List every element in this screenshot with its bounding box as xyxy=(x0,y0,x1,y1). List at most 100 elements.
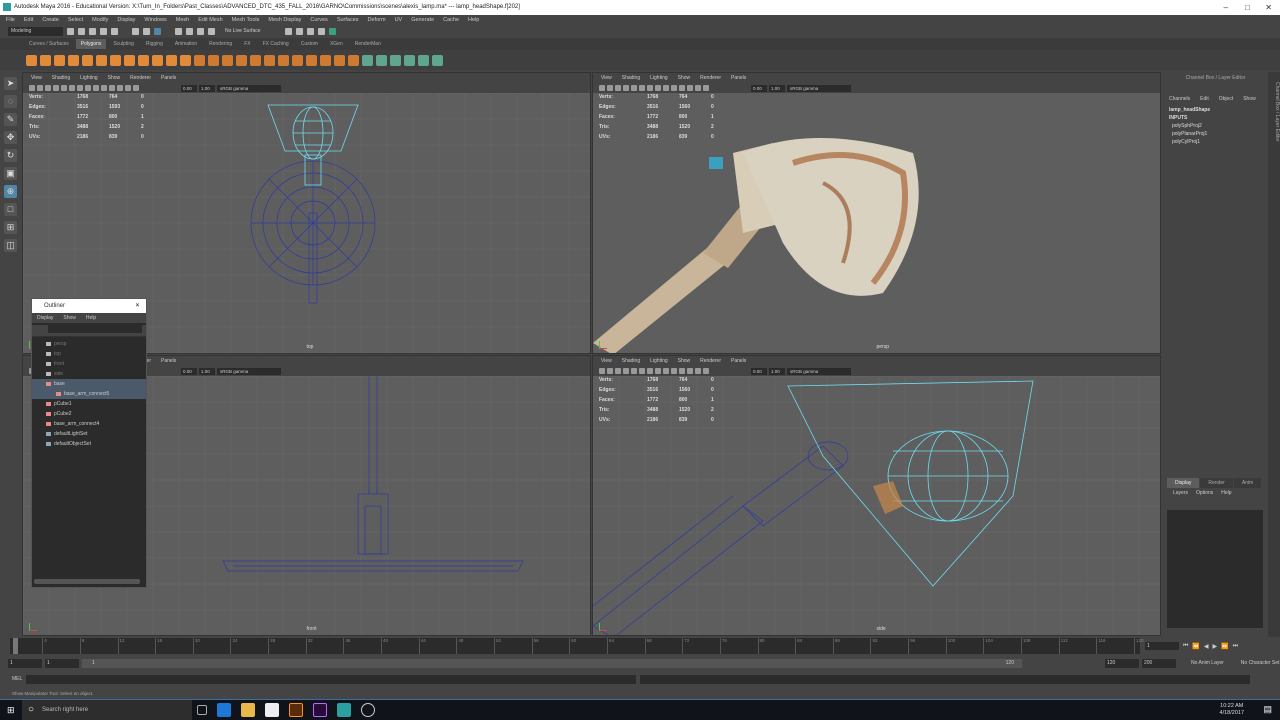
menu-surfaces[interactable]: Surfaces xyxy=(337,15,359,25)
resolution-gate-icon[interactable] xyxy=(687,368,693,374)
viewport-menu-shading[interactable]: Shading xyxy=(52,73,70,83)
shelf-tab-rendering[interactable]: Rendering xyxy=(204,39,237,49)
go-to-end-icon[interactable]: ⏭ xyxy=(1233,643,1238,650)
isolate-icon[interactable] xyxy=(101,85,107,91)
prism-shelf-icon[interactable] xyxy=(152,54,163,66)
file-explorer-icon[interactable] xyxy=(241,703,255,717)
viewport-menu-renderer[interactable]: Renderer xyxy=(700,356,721,366)
exposure-field[interactable]: 0.00 xyxy=(181,367,197,375)
outliner-item[interactable]: side xyxy=(32,369,146,379)
target-weld-shelf-icon[interactable] xyxy=(362,54,373,66)
outliner-item[interactable]: persp xyxy=(32,339,146,349)
bridge-shelf-icon[interactable] xyxy=(292,54,303,66)
maya-taskbar-icon[interactable] xyxy=(337,703,351,717)
ao-icon[interactable] xyxy=(93,85,99,91)
viewport-side[interactable]: View Shading Lighting Show Renderer Panels 0.0… xyxy=(592,355,1161,636)
combine-shelf-icon[interactable] xyxy=(194,54,205,66)
helix-shelf-icon[interactable] xyxy=(180,54,191,66)
viewport-menu-panels[interactable]: Panels xyxy=(161,356,176,366)
outliner-item[interactable]: base xyxy=(32,379,146,389)
camera-icon[interactable] xyxy=(599,85,605,91)
menu-mesh[interactable]: Mesh xyxy=(176,15,189,25)
gate-mask-icon[interactable] xyxy=(125,85,131,91)
viewport-persp[interactable]: View Shading Lighting Show Renderer Panels 0.0… xyxy=(592,72,1161,354)
render-icon[interactable] xyxy=(284,27,292,35)
auto-uv-shelf-icon[interactable] xyxy=(404,54,415,66)
shelf-tab-fx-caching[interactable]: FX Caching xyxy=(258,39,294,49)
play-forward-icon[interactable]: ▶ xyxy=(1213,643,1218,650)
ao-icon[interactable] xyxy=(663,368,669,374)
gamma-field[interactable]: 1.00 xyxy=(199,367,215,375)
sculpt-shelf-icon[interactable] xyxy=(432,54,443,66)
mirror-shelf-icon[interactable] xyxy=(264,54,275,66)
command-input[interactable] xyxy=(26,674,637,684)
input-node[interactable]: polySphProj2 xyxy=(1163,122,1268,130)
field-chart-icon[interactable] xyxy=(703,85,709,91)
outliner-item[interactable]: top xyxy=(32,349,146,359)
notifications-icon[interactable]: ▤ xyxy=(1263,704,1272,715)
command-language-label[interactable]: MEL xyxy=(12,676,22,682)
store-icon[interactable] xyxy=(265,703,279,717)
bookmark-icon[interactable] xyxy=(607,85,613,91)
viewport-menu-show[interactable]: Show xyxy=(108,73,121,83)
scale-tool-icon[interactable]: ▣ xyxy=(4,167,17,180)
exposure-field[interactable]: 0.00 xyxy=(751,84,767,92)
outliner-item[interactable]: front xyxy=(32,359,146,369)
viewport-menu-view[interactable]: View xyxy=(31,73,42,83)
menu-display[interactable]: Display xyxy=(117,15,135,25)
exposure-field[interactable]: 0.00 xyxy=(751,367,767,375)
viewport-menu-view[interactable]: View xyxy=(601,73,612,83)
color-space-dropdown[interactable]: sRGB gamma xyxy=(217,367,281,375)
disc-shelf-icon[interactable] xyxy=(110,54,121,66)
snap-point-icon[interactable] xyxy=(197,27,204,35)
manipulator-tool-icon[interactable]: ⊕ xyxy=(4,185,17,198)
lights-icon[interactable] xyxy=(647,368,653,374)
gate-mask-icon[interactable] xyxy=(695,85,701,91)
input-node[interactable]: polyPlanarProj1 xyxy=(1163,130,1268,138)
menu-modify[interactable]: Modify xyxy=(92,15,108,25)
viewport-menu-view[interactable]: View xyxy=(601,356,612,366)
render-view-icon[interactable] xyxy=(328,27,336,35)
ao-icon[interactable] xyxy=(663,85,669,91)
current-time-marker[interactable] xyxy=(13,638,18,654)
cylinder-shelf-icon[interactable] xyxy=(54,54,65,66)
open-scene-icon[interactable] xyxy=(78,27,85,35)
edge-icon[interactable] xyxy=(217,703,231,717)
color-space-dropdown[interactable]: sRGB gamma xyxy=(787,367,851,375)
smooth-shade-icon[interactable] xyxy=(631,368,637,374)
smooth-shade-icon[interactable] xyxy=(631,85,637,91)
smooth-shelf-icon[interactable] xyxy=(236,54,247,66)
channel-box-menu-channels[interactable]: Channels xyxy=(1169,94,1190,104)
channel-box-menu-show[interactable]: Show xyxy=(1243,94,1256,104)
grid-icon[interactable] xyxy=(615,85,621,91)
multi-cut-shelf-icon[interactable] xyxy=(348,54,359,66)
redo-icon[interactable] xyxy=(111,27,118,35)
pipe-shelf-icon[interactable] xyxy=(166,54,177,66)
new-scene-icon[interactable] xyxy=(67,27,74,35)
outliner-menu-display[interactable]: Display xyxy=(37,313,53,323)
menu-create[interactable]: Create xyxy=(42,15,59,25)
quad-draw-shelf-icon[interactable] xyxy=(376,54,387,66)
layer-menu-help[interactable]: Help xyxy=(1221,488,1231,498)
menu-mesh-display[interactable]: Mesh Display xyxy=(268,15,301,25)
outliner-item[interactable]: defaultLightSet xyxy=(32,429,146,439)
layout-four-icon[interactable]: ⊞ xyxy=(4,221,17,234)
menu-curves[interactable]: Curves xyxy=(310,15,327,25)
lights-icon[interactable] xyxy=(647,85,653,91)
viewport-menu-show[interactable]: Show xyxy=(678,73,691,83)
color-space-dropdown[interactable]: sRGB gamma xyxy=(787,84,851,92)
extract-shelf-icon[interactable] xyxy=(222,54,233,66)
shelf-tab-renderman[interactable]: RenderMan xyxy=(350,39,386,49)
viewport-menu-panels[interactable]: Panels xyxy=(731,73,746,83)
layer-menu-options[interactable]: Options xyxy=(1196,488,1213,498)
animation-end-field[interactable]: 200 xyxy=(1142,658,1176,668)
bookmark-icon[interactable] xyxy=(37,85,43,91)
boolean-shelf-icon[interactable] xyxy=(250,54,261,66)
camera-icon[interactable] xyxy=(29,85,35,91)
live-surface-label[interactable]: No Live Surface xyxy=(225,28,261,34)
wireframe-icon[interactable] xyxy=(623,85,629,91)
select-tool-icon[interactable]: ➤ xyxy=(4,77,17,90)
shadows-icon[interactable] xyxy=(85,85,91,91)
outliner-search-input[interactable] xyxy=(48,325,142,333)
viewport-menu-show[interactable]: Show xyxy=(678,356,691,366)
